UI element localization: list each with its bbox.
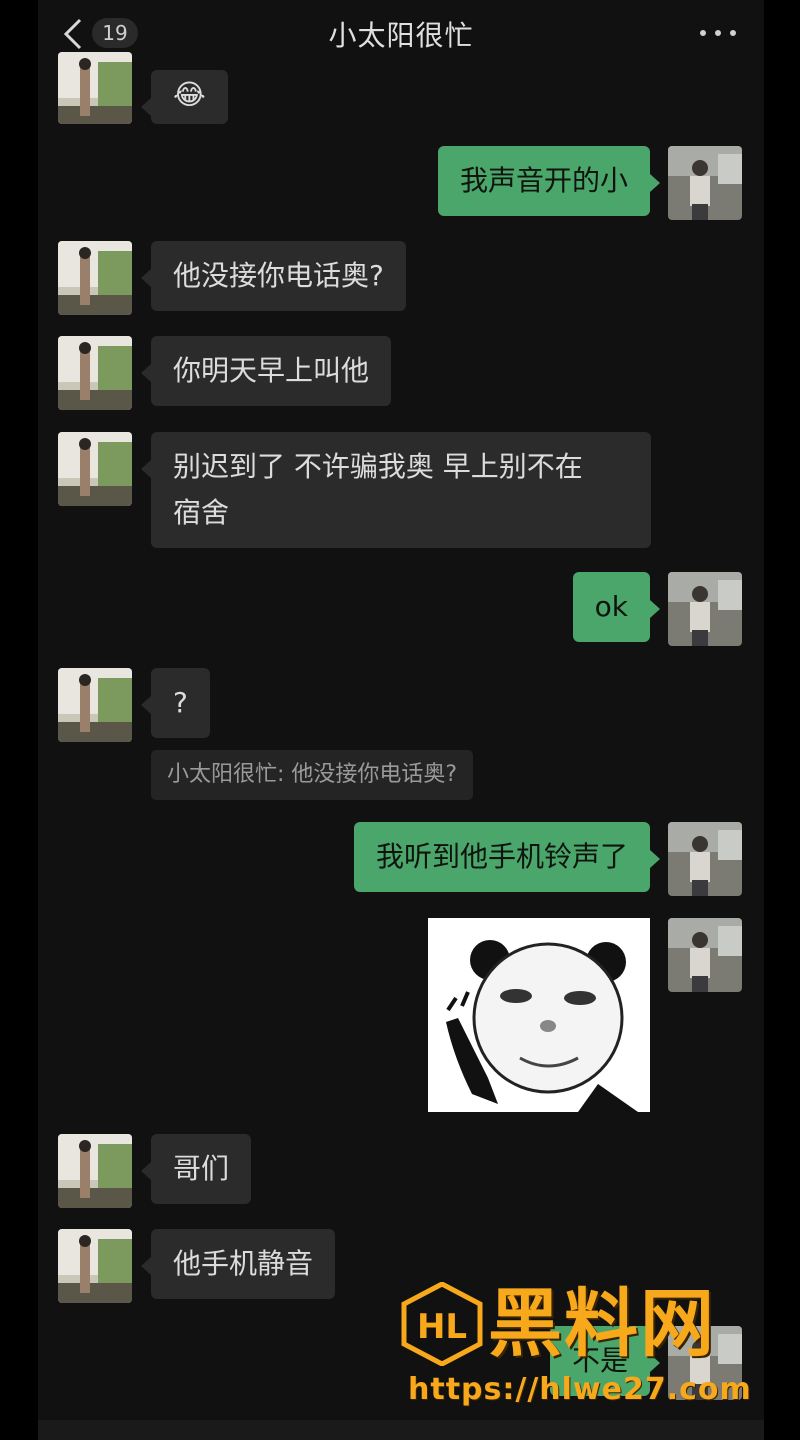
watermark-text: 黑料网 (488, 1281, 716, 1367)
more-dots-icon (700, 30, 706, 36)
contact-avatar[interactable] (58, 1229, 132, 1303)
contact-avatar[interactable] (58, 336, 132, 410)
contact-avatar[interactable] (58, 668, 132, 742)
message-bubble-incoming[interactable]: 他没接你电话奥? (141, 241, 406, 311)
chat-title: 小太阳很忙 (328, 19, 474, 52)
svg-text:HL: HL (417, 1307, 467, 1347)
message-bubble-outgoing[interactable]: 我声音开的小 (437, 146, 661, 216)
more-options-button[interactable] (698, 18, 738, 48)
my-avatar[interactable] (668, 918, 742, 992)
message-bubble-incoming[interactable]: 别迟到了 不许骗我奥 早上别不在 宿舍 (141, 432, 651, 548)
message-bubble-incoming[interactable]: ? (141, 668, 210, 738)
contact-avatar[interactable] (58, 432, 132, 506)
message-bubble-incoming[interactable]: 哥们 (140, 1134, 252, 1204)
contact-avatar[interactable] (58, 1134, 132, 1208)
contact-avatar[interactable] (58, 241, 132, 315)
input-bar[interactable] (38, 1420, 764, 1440)
message-bubble-outgoing[interactable]: 我听到他手机铃声了 (353, 822, 661, 892)
contact-avatar[interactable] (58, 52, 132, 124)
message-bubble-incoming[interactable]: 😂 (141, 70, 228, 124)
quoted-message[interactable]: 小太阳很忙: 他没接你电话奥? (151, 750, 474, 800)
chat-header: 19 小太阳很忙 (38, 0, 764, 66)
message-bubble-incoming[interactable]: 他手机静音 (140, 1229, 336, 1299)
my-avatar[interactable] (668, 822, 742, 896)
message-bubble-outgoing[interactable]: ok (572, 572, 661, 642)
message-bubble-incoming[interactable]: 你明天早上叫他 (140, 336, 392, 406)
hl-logo-icon: HL (401, 1282, 483, 1366)
panda-meme-sticker[interactable] (428, 918, 650, 1112)
watermark: HL 黑料网 https://hlwe27.com (400, 1282, 770, 1412)
my-avatar[interactable] (668, 146, 742, 220)
chat-screen: 19 小太阳很忙 😂 我声音开的小 他没接你电话奥? 你明天早上叫他 别迟到了 … (38, 0, 764, 1440)
watermark-url: https://hlwe27.com (408, 1372, 752, 1407)
my-avatar[interactable] (668, 572, 742, 646)
